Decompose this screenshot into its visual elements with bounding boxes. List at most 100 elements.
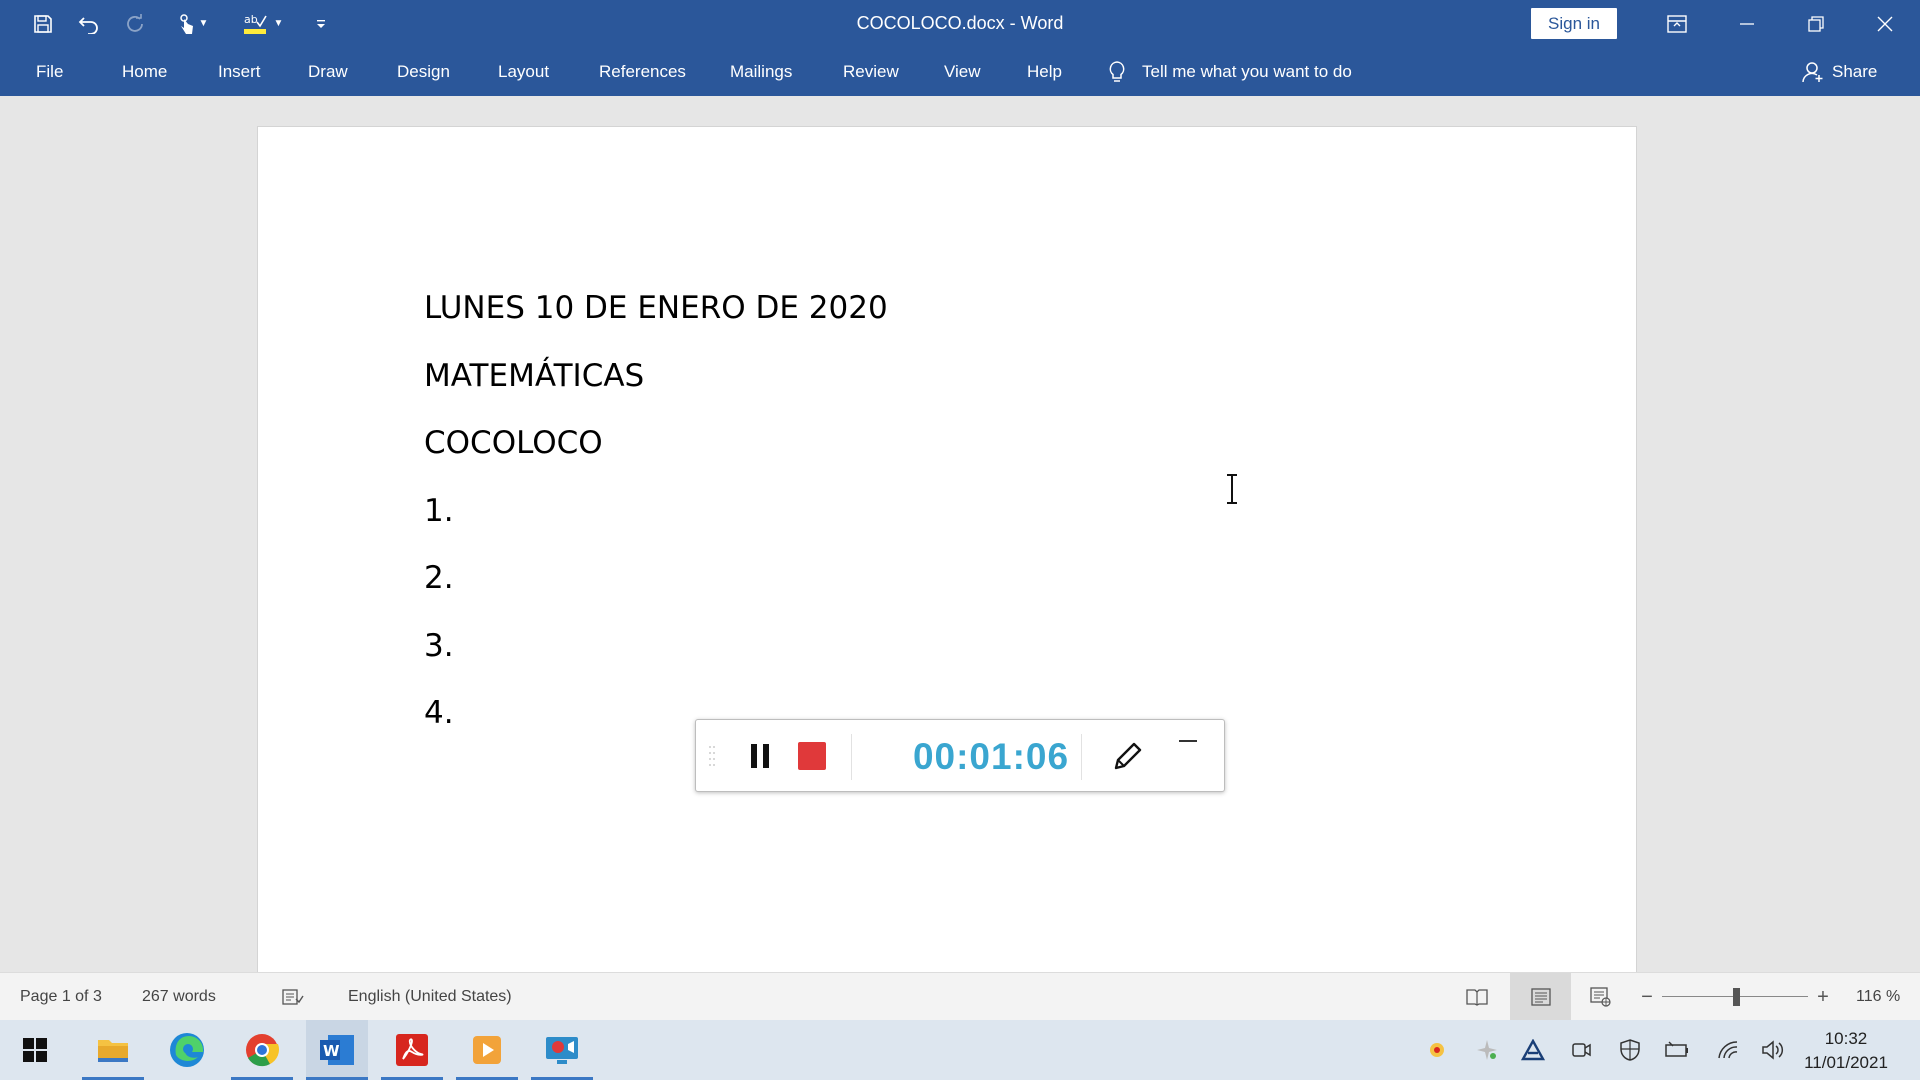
minimize-button[interactable] (1713, 0, 1781, 47)
taskbar-media-player[interactable] (456, 1020, 518, 1080)
print-layout-button[interactable] (1510, 973, 1571, 1021)
sparkle-icon (1477, 1040, 1497, 1060)
customize-toolbar-button[interactable] (298, 4, 344, 44)
zoom-out-button[interactable]: − (1636, 973, 1658, 1021)
language-indicator[interactable]: English (United States) (348, 973, 512, 1021)
taskbar-word[interactable]: W (306, 1020, 368, 1080)
page-count[interactable]: Page 1 of 3 (20, 973, 102, 1021)
tray-sparkle[interactable] (1467, 1020, 1507, 1080)
taskbar-edge[interactable] (156, 1020, 218, 1080)
redo-button[interactable] (112, 4, 158, 44)
screen-recorder-toolbar[interactable]: 00:01:06 (695, 719, 1225, 792)
clock-time: 10:32 (1824, 1029, 1868, 1048)
document-line[interactable]: 4. (424, 695, 454, 731)
taskbar-chrome[interactable] (231, 1020, 293, 1080)
document-area[interactable]: LUNES 10 DE ENERO DE 2020 MATEMÁTICAS CO… (0, 96, 1920, 972)
zoom-slider-handle[interactable] (1733, 988, 1740, 1006)
tray-security[interactable] (1610, 1020, 1650, 1080)
tab-home[interactable]: Home (122, 47, 167, 96)
ribbon-display-icon (1667, 14, 1687, 33)
minimize-icon (1740, 22, 1754, 25)
start-button[interactable] (4, 1020, 66, 1080)
tab-help[interactable]: Help (1027, 47, 1062, 96)
volume-icon (1762, 1040, 1784, 1060)
tab-mailings[interactable]: Mailings (730, 47, 792, 96)
document-line[interactable]: 1. (424, 493, 454, 529)
touch-mode-button[interactable]: ▼ (158, 4, 228, 44)
windows-logo-icon (23, 1038, 47, 1062)
divider (1081, 734, 1082, 780)
zoom-level[interactable]: 116 % (1856, 973, 1900, 1021)
lightbulb-icon (1109, 60, 1125, 82)
share-button[interactable]: Share (1802, 47, 1877, 96)
person-icon (1802, 61, 1823, 82)
tray-wifi[interactable] (1708, 1020, 1748, 1080)
recording-timer: 00:01:06 (912, 736, 1070, 777)
document-line[interactable]: LUNES 10 DE ENERO DE 2020 (424, 290, 888, 326)
touch-icon (179, 13, 193, 34)
pause-icon (751, 744, 769, 768)
tray-notification[interactable] (1417, 1020, 1457, 1080)
minus-icon (1179, 740, 1197, 742)
proofing-button[interactable] (279, 973, 307, 1021)
stop-recording-button[interactable] (792, 736, 832, 776)
document-line[interactable]: 2. (424, 560, 454, 596)
annotate-button[interactable] (1108, 736, 1148, 776)
document-page[interactable]: LUNES 10 DE ENERO DE 2020 MATEMÁTICAS CO… (257, 126, 1637, 972)
tab-file[interactable]: File (36, 47, 63, 96)
window-title: COCOLOCO.docx - Word (856, 13, 1064, 33)
taskbar-file-explorer[interactable] (82, 1020, 144, 1080)
taskbar: W 10:32 11/01/2021 (0, 1020, 1920, 1080)
redo-icon (127, 13, 143, 32)
document-line[interactable]: 3. (424, 628, 454, 664)
tab-references[interactable]: References (599, 47, 686, 96)
tab-layout[interactable]: Layout (498, 47, 549, 96)
close-button[interactable] (1851, 0, 1919, 47)
clock-date: 11/01/2021 (1804, 1053, 1888, 1072)
ribbon-display-options-button[interactable] (1643, 0, 1711, 47)
tab-view[interactable]: View (944, 47, 981, 96)
word-icon: W (320, 1035, 354, 1065)
word-count[interactable]: 267 words (142, 973, 216, 1021)
close-icon (1877, 16, 1893, 31)
tray-meet-now[interactable] (1562, 1020, 1602, 1080)
web-layout-button[interactable] (1578, 973, 1624, 1021)
pause-recording-button[interactable] (740, 736, 780, 776)
taskbar-screen-recorder[interactable] (531, 1020, 593, 1080)
tell-me-search[interactable]: Tell me what you want to do (1108, 47, 1352, 96)
ribbon-tabs: File Home Insert Draw Design Layout Refe… (0, 47, 1920, 96)
tab-review[interactable]: Review (843, 47, 899, 96)
drag-handle-icon[interactable] (708, 744, 716, 770)
tray-volume[interactable] (1753, 1020, 1793, 1080)
chevron-down-icon: ▼ (198, 18, 209, 29)
restore-button[interactable] (1782, 0, 1850, 47)
camera-icon (1572, 1043, 1591, 1057)
acrobat-icon (396, 1034, 428, 1066)
minimize-recorder-button[interactable] (1172, 726, 1204, 756)
tab-draw[interactable]: Draw (308, 47, 348, 96)
battery-icon (1665, 1041, 1688, 1057)
undo-icon (78, 16, 98, 34)
taskbar-acrobat[interactable] (381, 1020, 443, 1080)
stop-icon (798, 742, 826, 770)
tray-app-icon (1430, 1043, 1444, 1057)
restore-icon (1808, 15, 1824, 32)
chrome-icon (246, 1034, 280, 1067)
save-icon (34, 14, 52, 33)
spelling-button[interactable]: ab ▼ (228, 4, 298, 44)
sign-in-button[interactable]: Sign in (1531, 8, 1617, 39)
document-line[interactable]: COCOLOCO (424, 425, 603, 461)
tab-insert[interactable]: Insert (218, 47, 261, 96)
zoom-in-button[interactable]: + (1812, 973, 1834, 1021)
shield-icon (1620, 1039, 1640, 1061)
undo-button[interactable] (66, 4, 112, 44)
save-button[interactable] (20, 4, 66, 44)
tray-drive[interactable] (1513, 1020, 1553, 1080)
read-mode-button[interactable] (1454, 973, 1500, 1021)
quick-access-toolbar: ▼ ab ▼ (20, 0, 344, 47)
tray-battery[interactable] (1657, 1020, 1697, 1080)
document-line[interactable]: MATEMÁTICAS (424, 358, 644, 394)
spelling-icon: ab (243, 13, 267, 34)
taskbar-clock[interactable]: 10:32 11/01/2021 (1796, 1020, 1896, 1080)
tab-design[interactable]: Design (397, 47, 450, 96)
